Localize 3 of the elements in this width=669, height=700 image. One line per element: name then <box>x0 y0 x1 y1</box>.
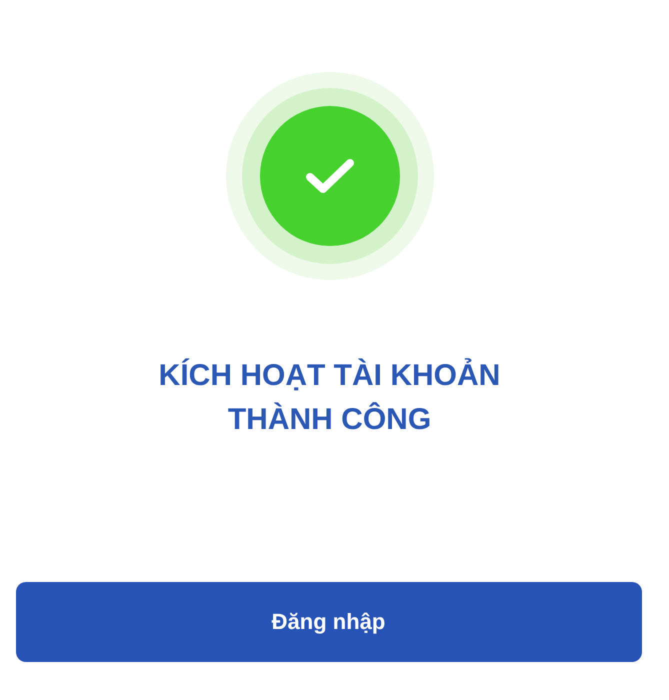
success-heading: KÍCH HOẠT TÀI KHOẢN THÀNH CÔNG <box>158 357 500 438</box>
login-button[interactable]: Đăng nhập <box>16 582 642 662</box>
checkmark-icon <box>304 156 356 196</box>
